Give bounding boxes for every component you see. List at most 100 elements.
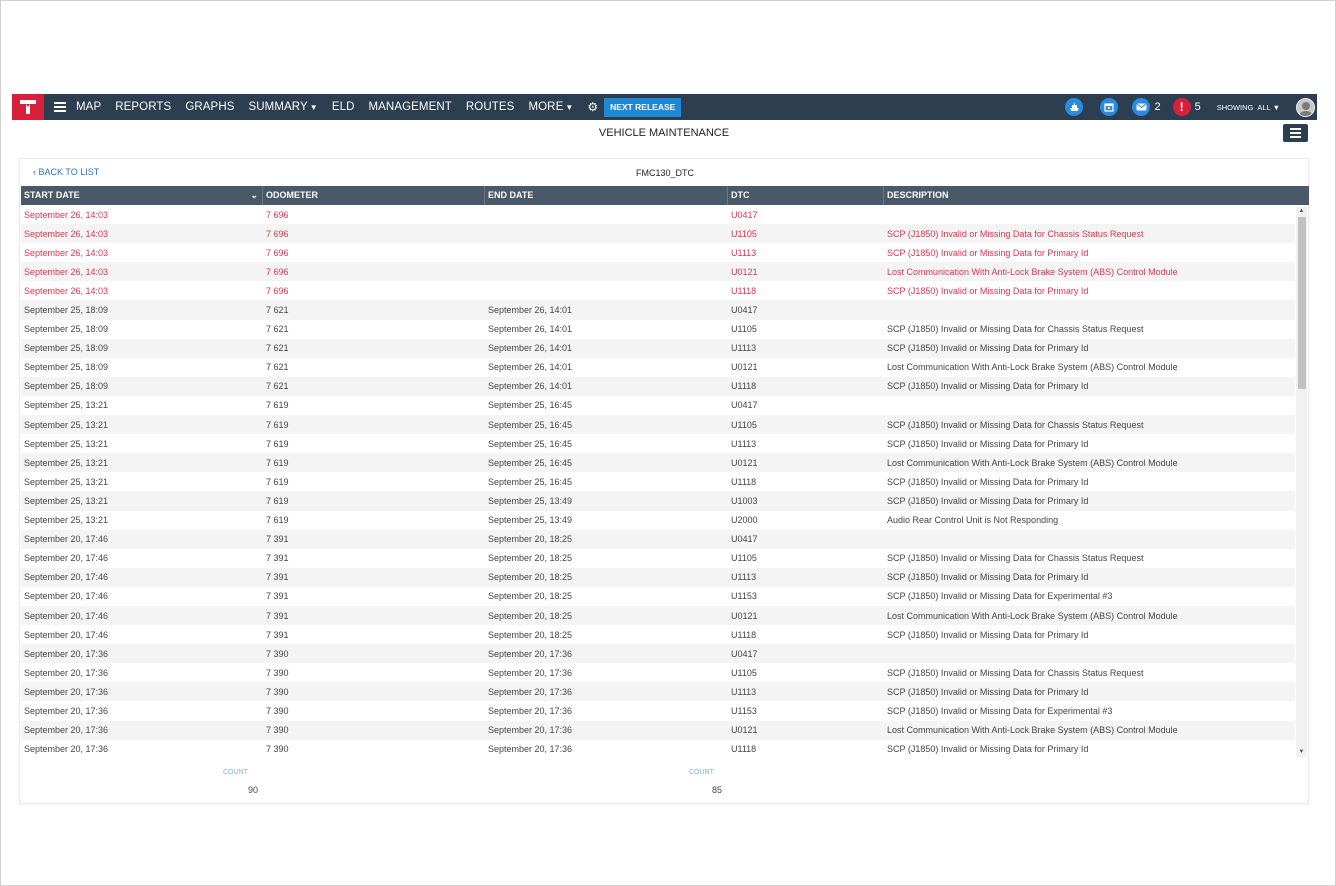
cell-start-date: September 25, 13:21 (24, 495, 109, 506)
column-end-date[interactable]: END DATE (485, 186, 728, 205)
count-value-1: 90 (248, 785, 259, 795)
cell-start-date: September 25, 13:21 (24, 457, 109, 468)
nav-routes[interactable]: ROUTES (466, 101, 515, 113)
cell-odometer: 7 390 (266, 667, 289, 678)
cell-end-date: September 25, 16:45 (488, 438, 573, 449)
cell-end-date: September 20, 18:25 (488, 610, 573, 621)
table-row[interactable]: September 20, 17:36 7 390 September 20, 17… (21, 682, 1295, 702)
nav-more[interactable]: MORE ▼ (528, 101, 573, 113)
nav-reports[interactable]: REPORTS (115, 101, 171, 113)
nav-summary[interactable]: SUMMARY ▼ (249, 101, 318, 113)
table-row[interactable]: September 26, 14:03 7 696 U0121 Lost Commun… (21, 262, 1295, 282)
ship-icon[interactable] (1065, 98, 1084, 116)
scroll-up-icon[interactable]: ▲ (1296, 207, 1307, 216)
nav-eld[interactable]: ELD (332, 101, 355, 113)
table-row[interactable]: September 20, 17:36 7 390 September 20, 17… (21, 740, 1295, 759)
cell-dtc: U1105 (731, 553, 757, 564)
table-row[interactable]: September 26, 14:03 7 696 U1105 SCP (J1850)… (21, 224, 1295, 244)
table-row[interactable]: September 20, 17:36 7 390 September 20, 17… (21, 701, 1295, 720)
top-navbar: MAP REPORTS GRAPHS SUMMARY ▼ ELD MANAGEME… (12, 94, 1317, 120)
cell-start-date: September 25, 13:21 (24, 400, 109, 411)
cell-dtc: U1118 (731, 381, 757, 392)
cell-odometer: 7 621 (266, 305, 289, 316)
table-row[interactable]: September 25, 13:21 7 619 September 25, 16… (21, 472, 1295, 491)
avatar[interactable] (1296, 97, 1315, 117)
cell-description: Audio Rear Control Unit is Not Respondin… (887, 515, 1059, 526)
cell-start-date: September 26, 14:03 (24, 285, 109, 296)
column-start-date[interactable]: START DATE ⌄ (21, 186, 263, 205)
cell-description: SCP (J1850) Invalid or Missing Data for … (887, 324, 1144, 335)
cell-dtc: U1118 (731, 476, 757, 487)
caret-down-icon: ▼ (1272, 102, 1280, 112)
count-value-2: 85 (712, 785, 723, 795)
column-dtc[interactable]: DTC (728, 186, 884, 205)
scrollbar-thumb[interactable] (1298, 217, 1306, 389)
cell-dtc: U1113 (731, 686, 757, 697)
table-row[interactable]: September 25, 18:09 7 621 September 26, 14… (21, 320, 1295, 339)
column-description[interactable]: DESCRIPTION (884, 186, 1309, 205)
showing-filter[interactable]: SHOWING ALL ▼ (1217, 103, 1280, 112)
cell-dtc: U0417 (731, 534, 758, 545)
table-row[interactable]: September 25, 18:09 7 621 September 26, 14… (21, 338, 1295, 358)
table-row[interactable]: September 26, 14:03 7 696 U1113 SCP (J1850)… (21, 243, 1295, 262)
cell-description: SCP (J1850) Invalid or Missing Data for … (887, 629, 1089, 640)
table-row[interactable]: September 20, 17:36 7 390 September 20, 17… (21, 644, 1295, 664)
table-row[interactable]: September 20, 17:46 7 391 September 20, 18… (21, 605, 1295, 626)
cell-odometer: 7 696 (266, 285, 289, 296)
table-row[interactable]: September 25, 13:21 7 619 September 25, 13… (21, 511, 1295, 530)
table-row[interactable]: September 26, 14:03 7 696 U0417 (21, 205, 1295, 224)
cell-end-date: September 25, 13:49 (488, 495, 573, 506)
cell-odometer: 7 391 (266, 553, 289, 564)
list-menu-button[interactable] (1283, 124, 1308, 142)
nav-graphs[interactable]: GRAPHS (185, 101, 234, 113)
gear-icon[interactable]: ⚙ (587, 100, 598, 114)
envelope-icon[interactable] (1132, 98, 1151, 116)
table-row[interactable]: September 25, 13:21 7 619 September 25, 16… (21, 396, 1295, 415)
cell-odometer: 7 621 (266, 343, 289, 354)
cell-end-date: September 26, 14:01 (488, 305, 573, 316)
table-row[interactable]: September 26, 14:03 7 696 U1118 SCP (J1850)… (21, 281, 1295, 300)
table-row[interactable]: September 25, 18:09 7 621 September 26, 14… (21, 358, 1295, 377)
cell-dtc: U1113 (731, 343, 757, 354)
cell-start-date: September 26, 14:03 (24, 228, 109, 239)
scroll-down-icon[interactable]: ▼ (1296, 748, 1307, 757)
cell-description: SCP (J1850) Invalid or Missing Data for … (887, 591, 1113, 602)
table-row[interactable]: September 25, 13:21 7 619 September 25, 16… (21, 434, 1295, 453)
cell-dtc: U1105 (731, 419, 757, 430)
cell-end-date: September 26, 14:01 (488, 362, 573, 373)
table-row[interactable]: September 20, 17:46 7 391 September 20, 18… (21, 529, 1295, 549)
table-row[interactable]: September 25, 13:21 7 619 September 25, 16… (21, 453, 1295, 473)
cell-description: SCP (J1850) Invalid or Missing Data for … (887, 686, 1089, 697)
table-row[interactable]: September 25, 18:09 7 621 September 26, 14… (21, 376, 1295, 396)
table-row[interactable]: September 25, 18:09 7 621 September 26, 14… (21, 300, 1295, 320)
table-row[interactable]: September 20, 17:46 7 391 September 20, 18… (21, 625, 1295, 644)
table-row[interactable]: September 25, 13:21 7 619 September 25, 16… (21, 415, 1295, 435)
table-row[interactable]: September 20, 17:46 7 391 September 20, 18… (21, 549, 1295, 568)
count-label-2: COUNT (689, 769, 714, 776)
table-row[interactable]: September 20, 17:36 7 390 September 20, 17… (21, 720, 1295, 740)
calendar-icon[interactable] (1100, 98, 1119, 116)
table-row[interactable]: September 20, 17:46 7 391 September 20, 18… (21, 587, 1295, 606)
next-release-button[interactable]: NEXT RELEASE (604, 97, 682, 117)
cell-dtc: U1118 (731, 629, 757, 640)
column-odometer[interactable]: ODOMETER (263, 186, 485, 205)
vertical-scrollbar[interactable]: ▲ ▼ (1296, 207, 1307, 757)
table-row[interactable]: September 25, 13:21 7 619 September 25, 13… (21, 491, 1295, 511)
table-row[interactable]: September 20, 17:36 7 390 September 20, 17… (21, 663, 1295, 682)
cell-dtc: U0121 (731, 266, 758, 277)
nav-summary-label: SUMMARY (248, 101, 308, 113)
cell-odometer: 7 391 (266, 572, 289, 583)
cell-description: Lost Communication With Anti-Lock Brake … (887, 266, 1178, 277)
cell-description: Lost Communication With Anti-Lock Brake … (887, 457, 1178, 468)
nav-management[interactable]: MANAGEMENT (368, 101, 451, 113)
table-row[interactable]: September 20, 17:46 7 391 September 20, 18… (21, 567, 1295, 587)
cell-odometer: 7 696 (266, 209, 289, 220)
cell-odometer: 7 619 (266, 495, 289, 506)
nav-map[interactable]: MAP (76, 101, 101, 113)
hamburger-icon[interactable] (54, 102, 66, 112)
cell-odometer: 7 619 (266, 515, 289, 526)
cell-odometer: 7 391 (266, 610, 289, 621)
cell-odometer: 7 390 (266, 686, 289, 697)
logo-icon[interactable] (12, 94, 44, 120)
alert-icon[interactable]: ! (1172, 98, 1191, 116)
